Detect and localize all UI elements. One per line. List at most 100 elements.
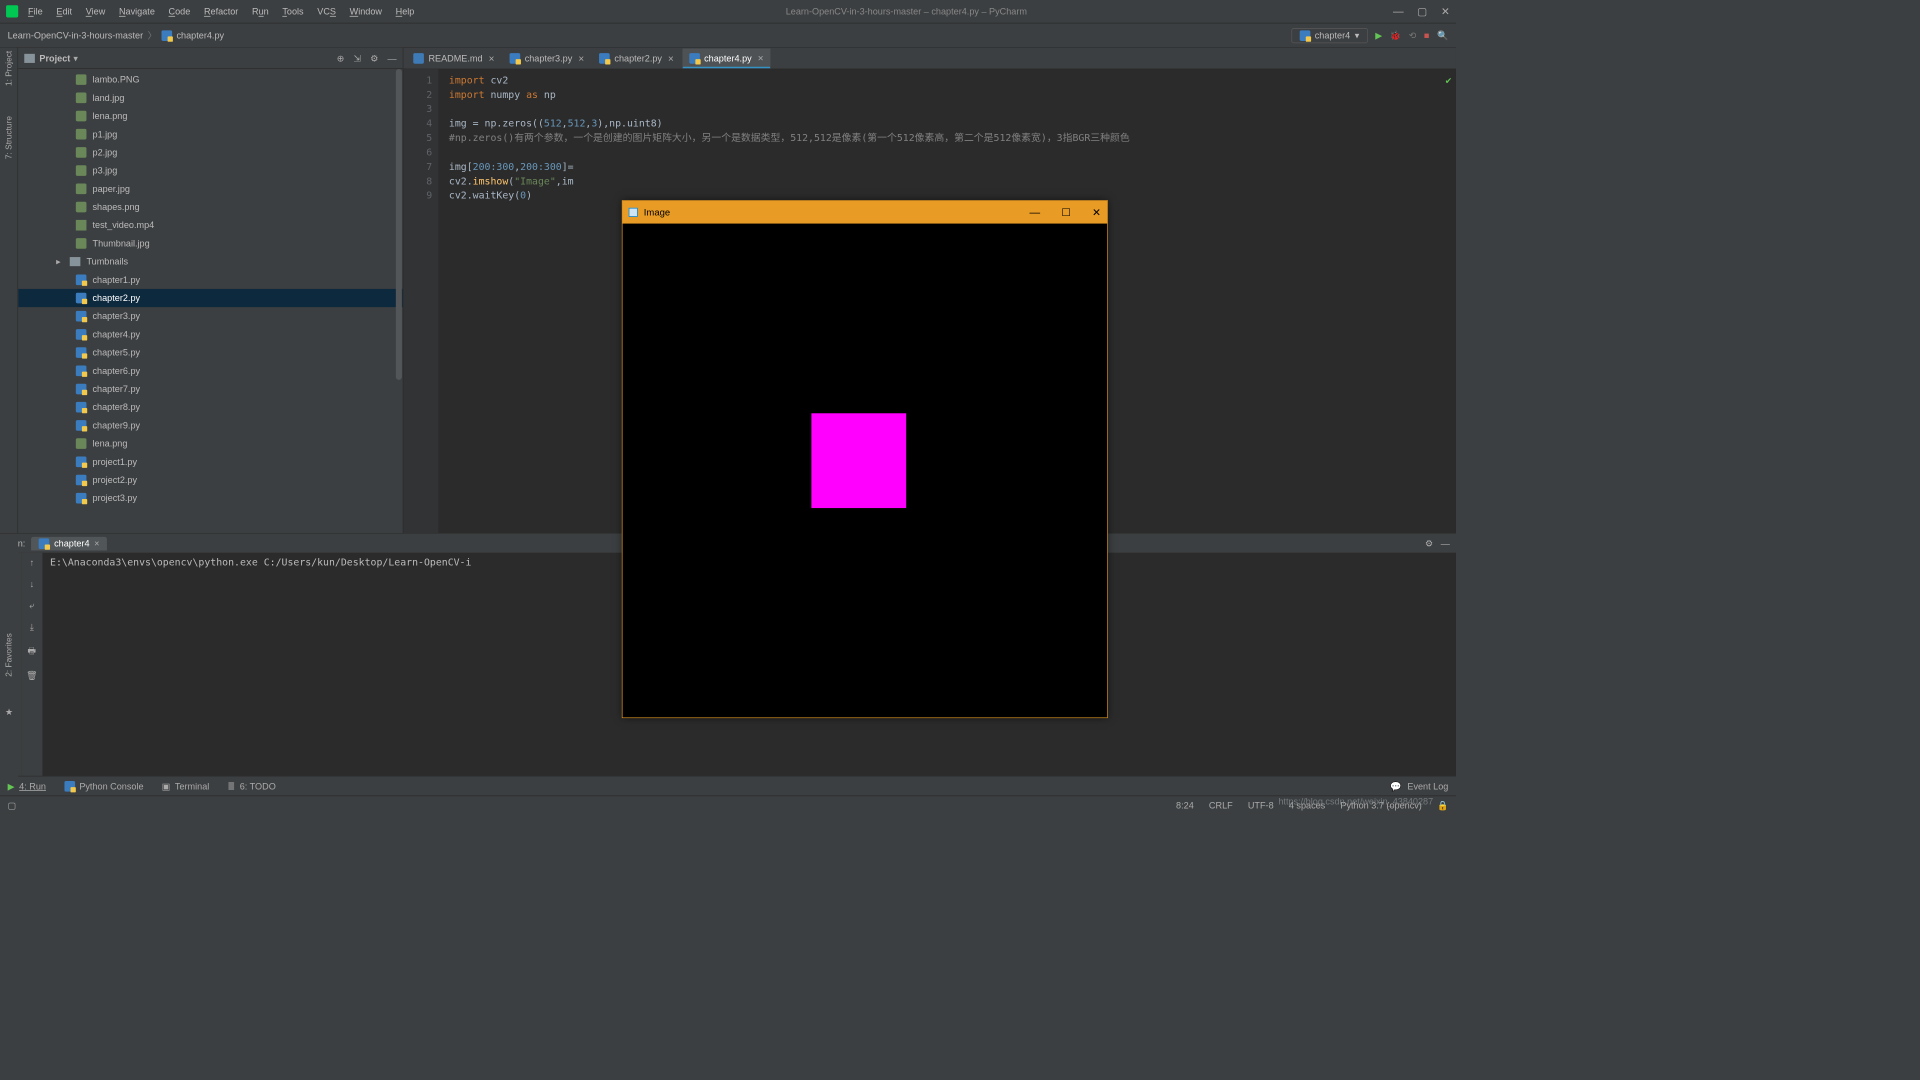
menu-file[interactable]: FFileile bbox=[23, 4, 48, 19]
file-name: lena.png bbox=[93, 438, 128, 449]
tool-structure-tab[interactable]: 7: Structure bbox=[4, 116, 13, 159]
tree-item[interactable]: chapter4.py bbox=[18, 325, 402, 343]
tree-item[interactable]: chapter6.py bbox=[18, 362, 402, 380]
minimize-button[interactable]: — bbox=[1393, 5, 1404, 18]
menu-run[interactable]: Run bbox=[247, 4, 274, 19]
tree-item[interactable]: chapter1.py bbox=[18, 271, 402, 289]
file-name: p2.jpg bbox=[93, 147, 118, 158]
file-icon bbox=[76, 438, 87, 449]
tree-item[interactable]: lambo.PNG bbox=[18, 71, 402, 89]
project-tree[interactable]: lambo.PNGland.jpglena.pngp1.jpgp2.jpgp3.… bbox=[18, 69, 402, 533]
menu-vcs[interactable]: VCS bbox=[312, 4, 341, 19]
breadcrumb-root[interactable]: Learn-OpenCV-in-3-hours-master bbox=[8, 30, 144, 41]
soft-wrap-icon[interactable]: ⤶ bbox=[29, 600, 34, 611]
stop-button-icon[interactable]: ■ bbox=[1424, 30, 1429, 41]
close-tab-icon[interactable]: × bbox=[578, 53, 584, 64]
tool-python-console[interactable]: Python Console bbox=[64, 781, 143, 792]
tool-todo[interactable]: ≣6: TODO bbox=[228, 781, 276, 792]
tree-item[interactable]: shapes.png bbox=[18, 198, 402, 216]
close-tab-icon[interactable]: × bbox=[668, 53, 674, 64]
menu-code[interactable]: Code bbox=[163, 4, 195, 19]
tree-item[interactable]: p2.jpg bbox=[18, 143, 402, 161]
file-encoding[interactable]: UTF-8 bbox=[1248, 800, 1274, 811]
tree-item[interactable]: chapter7.py bbox=[18, 380, 402, 398]
close-button[interactable]: ✕ bbox=[1441, 5, 1450, 18]
menu-navigate[interactable]: Navigate bbox=[114, 4, 161, 19]
editor-tab[interactable]: chapter3.py× bbox=[503, 49, 591, 69]
search-everywhere-icon[interactable]: 🔍 bbox=[1437, 30, 1448, 41]
tree-item[interactable]: chapter3.py bbox=[18, 307, 402, 325]
run-with-coverage-icon[interactable]: ⟲ bbox=[1409, 30, 1417, 41]
chevron-down-icon[interactable]: ▾ bbox=[73, 53, 78, 64]
tree-item[interactable]: lena.png bbox=[18, 435, 402, 453]
file-icon bbox=[76, 329, 87, 340]
breadcrumb-file[interactable]: chapter4.py bbox=[177, 30, 225, 41]
maximize-button[interactable]: ▢ bbox=[1417, 5, 1427, 18]
run-tab[interactable]: chapter4 × bbox=[31, 536, 107, 550]
trash-icon[interactable]: 🗑 bbox=[26, 670, 38, 681]
status-square-icon[interactable]: ▢ bbox=[8, 800, 17, 811]
expand-arrow-icon[interactable]: ▸ bbox=[56, 256, 64, 267]
tree-item[interactable]: ▸Tumbnails bbox=[18, 253, 402, 271]
editor-tab[interactable]: README.md× bbox=[406, 49, 501, 69]
tree-item[interactable]: p3.jpg bbox=[18, 162, 402, 180]
cv-minimize-button[interactable]: — bbox=[1030, 206, 1041, 219]
tree-item[interactable]: lena.png bbox=[18, 107, 402, 125]
file-icon bbox=[76, 293, 87, 304]
debug-button-icon[interactable]: 🐞 bbox=[1390, 30, 1401, 41]
file-icon bbox=[76, 238, 87, 249]
menu-view[interactable]: View bbox=[80, 4, 110, 19]
line-separator[interactable]: CRLF bbox=[1209, 800, 1233, 811]
tree-item[interactable]: paper.jpg bbox=[18, 180, 402, 198]
run-hide-icon[interactable]: — bbox=[1441, 538, 1450, 549]
tree-item[interactable]: land.jpg bbox=[18, 89, 402, 107]
down-icon[interactable]: ↓ bbox=[30, 579, 35, 590]
scroll-end-icon[interactable]: ⤓ bbox=[30, 622, 34, 633]
cv-maximize-button[interactable]: ☐ bbox=[1061, 206, 1071, 219]
tree-item[interactable]: p1.jpg bbox=[18, 125, 402, 143]
select-opened-file-icon[interactable]: ⊕ bbox=[337, 53, 345, 64]
tree-item[interactable]: chapter2.py bbox=[18, 289, 402, 307]
up-icon[interactable]: ↑ bbox=[30, 557, 35, 568]
menu-refactor[interactable]: Refactor bbox=[199, 4, 244, 19]
tree-item[interactable]: project1.py bbox=[18, 453, 402, 471]
hide-panel-icon[interactable]: — bbox=[387, 53, 396, 64]
file-icon bbox=[76, 93, 87, 104]
expand-all-icon[interactable]: ⇲ bbox=[353, 53, 361, 64]
menu-tools[interactable]: Tools bbox=[277, 4, 309, 19]
tree-item[interactable]: chapter8.py bbox=[18, 398, 402, 416]
tree-item[interactable]: test_video.mp4 bbox=[18, 216, 402, 234]
menu-help[interactable]: Help bbox=[390, 4, 419, 19]
run-tab-close-icon[interactable]: × bbox=[94, 538, 99, 549]
tool-favorites-tab[interactable]: 2: Favorites bbox=[5, 633, 14, 677]
editor-tab[interactable]: chapter2.py× bbox=[592, 49, 680, 69]
tool-event-log[interactable]: Event Log bbox=[1407, 781, 1448, 792]
cv-close-button[interactable]: ✕ bbox=[1092, 206, 1101, 219]
caret-position[interactable]: 8:24 bbox=[1176, 800, 1194, 811]
tree-item[interactable]: chapter9.py bbox=[18, 416, 402, 434]
menu-edit[interactable]: Edit bbox=[51, 4, 77, 19]
tree-item[interactable]: Thumbnail.jpg bbox=[18, 234, 402, 252]
close-tab-icon[interactable]: × bbox=[489, 53, 495, 64]
tool-terminal[interactable]: ▣Terminal bbox=[162, 781, 210, 792]
settings-icon[interactable]: ⚙ bbox=[370, 53, 378, 64]
tree-item[interactable]: project2.py bbox=[18, 471, 402, 489]
tree-item[interactable]: project3.py bbox=[18, 489, 402, 507]
tree-scrollbar[interactable] bbox=[395, 69, 403, 533]
print-icon[interactable]: 🖶 bbox=[28, 644, 37, 660]
run-settings-icon[interactable]: ⚙ bbox=[1425, 538, 1433, 549]
editor-tab[interactable]: chapter4.py× bbox=[682, 49, 770, 69]
event-log-icon[interactable]: 💬 bbox=[1390, 781, 1401, 792]
file-icon bbox=[689, 53, 700, 64]
folder-icon bbox=[24, 53, 35, 62]
menu-window[interactable]: Window bbox=[344, 4, 387, 19]
cv-image-window[interactable]: Image — ☐ ✕ bbox=[622, 200, 1108, 718]
tool-project-tab[interactable]: 1: Project bbox=[4, 51, 13, 86]
run-config-combo[interactable]: chapter4 ▾ bbox=[1291, 28, 1367, 43]
run-button-icon[interactable]: ▶ bbox=[1375, 30, 1382, 41]
close-tab-icon[interactable]: × bbox=[758, 52, 764, 63]
cv-window-titlebar[interactable]: Image — ☐ ✕ bbox=[623, 201, 1108, 224]
tree-item[interactable]: chapter5.py bbox=[18, 344, 402, 362]
scrollbar-thumb[interactable] bbox=[396, 69, 402, 380]
tool-run[interactable]: ▶4: Run bbox=[8, 781, 46, 792]
